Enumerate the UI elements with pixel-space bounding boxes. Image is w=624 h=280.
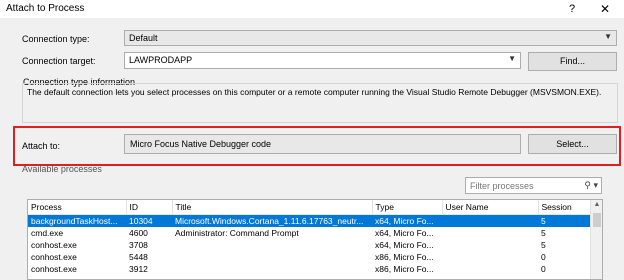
vertical-scrollbar[interactable]: ▲ — [590, 200, 602, 279]
cell-session: 5 — [538, 214, 592, 227]
cell-user-name — [442, 227, 538, 239]
column-header-user-name[interactable]: User Name — [442, 200, 539, 215]
cell-id: 5448 — [129, 252, 148, 262]
column-header-id[interactable]: ID — [126, 200, 173, 215]
cell-type: x86, Micro Fo... — [375, 264, 434, 274]
cell-session: 5 — [541, 228, 546, 238]
find-button[interactable]: Find... — [528, 52, 617, 71]
close-button[interactable]: ✕ — [592, 1, 618, 17]
table-header-row: Process ID Title Type User Name Session — [28, 200, 593, 215]
cell-title — [172, 251, 372, 263]
chevron-down-icon: ▼ — [604, 32, 612, 41]
column-header-session[interactable]: Session — [538, 200, 593, 215]
connection-target-value: LAWPRODAPP — [129, 55, 193, 65]
cell-process: backgroundTaskHost... — [28, 214, 126, 227]
cell-session: 0 — [541, 264, 546, 274]
cell-session: 0 — [541, 252, 546, 262]
select-button[interactable]: Select... — [528, 134, 617, 154]
connection-type-dropdown[interactable]: Default ▼ — [124, 30, 617, 46]
cell-title — [172, 239, 372, 251]
table-row[interactable]: conhost.exe 3912 x86, Micro Fo... 0 — [28, 263, 592, 275]
cell-type: x64, Micro Fo... — [372, 214, 442, 227]
info-text: The default connection lets you select p… — [27, 87, 602, 97]
cell-type: x64, Micro Fo... — [375, 240, 434, 250]
table-row[interactable]: conhost.exe 3708 x64, Micro Fo... 5 — [28, 239, 592, 251]
connection-target-input[interactable]: LAWPRODAPP ▼ — [124, 52, 521, 69]
connection-target-label: Connection target: — [22, 56, 96, 66]
cell-id: 3708 — [129, 240, 148, 250]
scroll-up-arrow-icon[interactable]: ▲ — [591, 201, 602, 208]
cell-user-name — [442, 214, 538, 227]
cell-id: 4600 — [129, 228, 148, 238]
cell-type: x86, Micro Fo... — [375, 252, 434, 262]
chevron-down-icon[interactable]: ▼ — [508, 54, 516, 63]
cell-title: Microsoft.Windows.Cortana_1.11.6.17763_n… — [172, 214, 372, 227]
cell-process: conhost.exe — [31, 252, 77, 262]
connection-type-label: Connection type: — [22, 34, 90, 44]
table-row[interactable]: conhost.exe 5448 x86, Micro Fo... 0 — [28, 251, 592, 263]
cell-id: 3912 — [129, 264, 148, 274]
column-header-type[interactable]: Type — [372, 200, 443, 215]
column-header-process[interactable]: Process — [28, 200, 127, 215]
attach-to-value: Micro Focus Native Debugger code — [130, 139, 272, 149]
cell-user-name — [442, 263, 538, 275]
cell-process: cmd.exe — [31, 228, 64, 238]
window-title: Attach to Process — [6, 3, 85, 14]
attach-to-field[interactable]: Micro Focus Native Debugger code — [124, 134, 521, 154]
available-processes-label: Available processes — [22, 164, 102, 174]
cell-session: 5 — [541, 240, 546, 250]
cell-process: conhost.exe — [31, 264, 77, 274]
scrollbar-thumb[interactable] — [593, 213, 601, 227]
filter-placeholder: Filter processes — [470, 181, 534, 191]
search-icon[interactable]: ⚲ ▾ — [584, 180, 598, 191]
cell-user-name — [442, 239, 538, 251]
cell-title — [172, 263, 372, 275]
column-header-title[interactable]: Title — [172, 200, 373, 215]
cell-title: Administrator: Command Prompt — [175, 228, 299, 238]
cell-process: conhost.exe — [31, 240, 77, 250]
process-table[interactable]: Process ID Title Type User Name Session … — [27, 199, 603, 280]
cell-id: 10304 — [126, 214, 172, 227]
cell-type: x64, Micro Fo... — [375, 228, 434, 238]
table-row[interactable]: cmd.exe 4600 Administrator: Command Prom… — [28, 227, 592, 239]
attach-to-label: Attach to: — [22, 141, 61, 151]
connection-type-value: Default — [129, 33, 158, 43]
title-bar — [0, 0, 624, 18]
help-button[interactable]: ? — [560, 1, 584, 17]
cell-user-name — [442, 251, 538, 263]
filter-processes-input[interactable]: Filter processes ⚲ ▾ — [465, 177, 602, 194]
table-row[interactable]: backgroundTaskHost... 10304 Microsoft.Wi… — [28, 214, 592, 227]
